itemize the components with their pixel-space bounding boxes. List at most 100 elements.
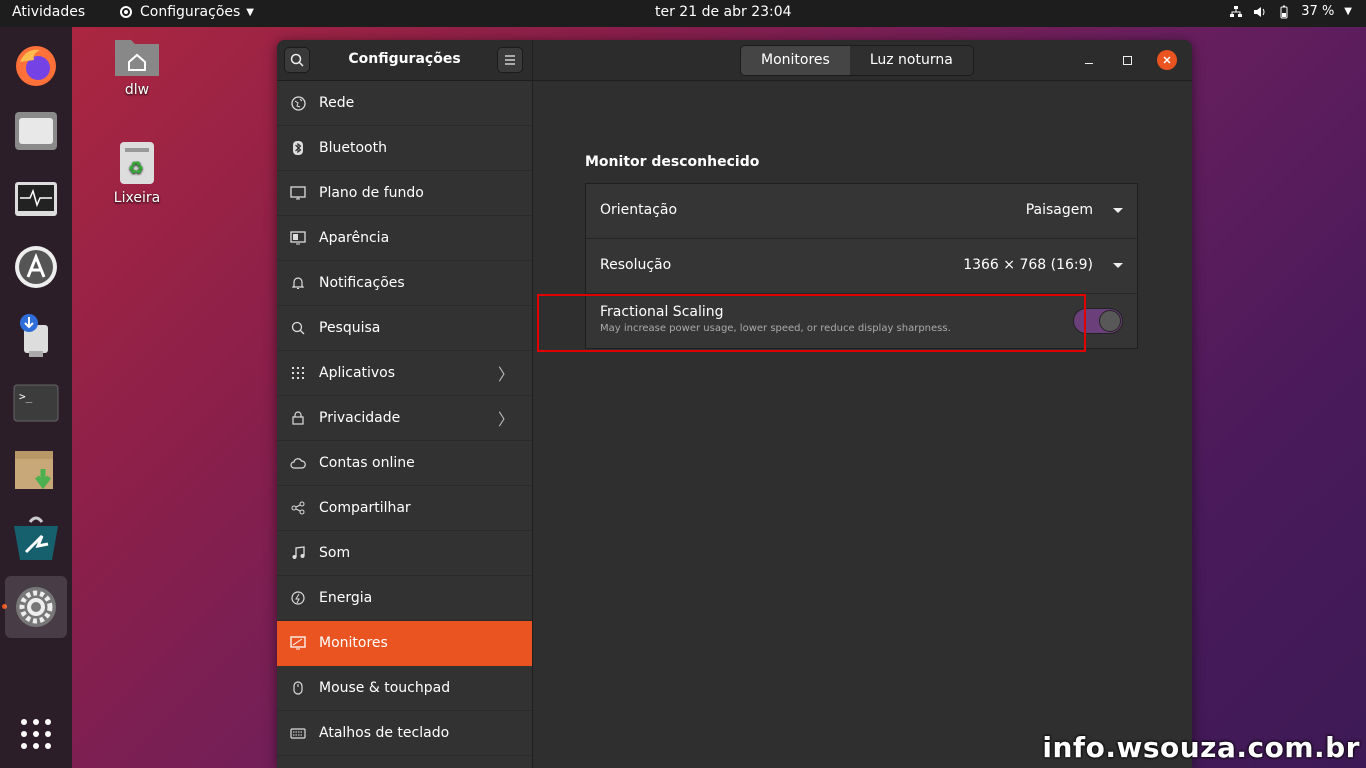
desktop-icon-label: Lixeira (113, 190, 161, 206)
network-icon (1230, 5, 1243, 17)
dock-firefox[interactable] (5, 35, 67, 97)
resolution-row[interactable]: Resolução 1366 × 768 (16:9) (586, 239, 1137, 294)
background-icon (290, 185, 306, 201)
settings-icon (16, 587, 56, 627)
display-icon (290, 635, 306, 651)
top-bar: Atividades Configurações ▼ ter 21 de abr… (0, 0, 1366, 27)
sidebar-item-mouse-touchpad[interactable]: Mouse & touchpad (277, 666, 532, 711)
chevron-right-icon: 〉 (497, 365, 514, 384)
sidebar-item-rede[interactable]: Rede (277, 81, 532, 126)
sidebar-header: Configurações (277, 40, 532, 81)
svg-text:♻: ♻ (128, 158, 144, 179)
home-folder-icon (115, 40, 159, 76)
desktop-icon-home[interactable]: dlw (101, 36, 173, 98)
appearance-icon (290, 230, 306, 246)
dock-archive[interactable] (5, 439, 67, 501)
apps-icon (290, 365, 306, 381)
dock-files[interactable] (5, 100, 67, 162)
content-header: Monitores Luz noturna (533, 40, 1192, 81)
minimize-icon (1085, 62, 1093, 64)
software-center-icon (15, 246, 57, 288)
sidebar-item-pesquisa[interactable]: Pesquisa (277, 306, 532, 351)
mouse-icon (290, 680, 306, 696)
desktop-icon-trash[interactable]: ♻ Lixeira (101, 140, 173, 206)
sidebar-item-label: Rede (319, 95, 355, 111)
sidebar-item-label: Compartilhar (319, 500, 411, 516)
dock-store[interactable] (5, 507, 67, 569)
toggle-knob (1099, 310, 1121, 332)
sidebar-item-energia[interactable]: Energia (277, 576, 532, 621)
terminal-icon: >_ (13, 384, 59, 422)
sidebar-item-compartilhar[interactable]: Compartilhar (277, 486, 532, 531)
keyboard-icon (290, 725, 306, 741)
desktop-icon-label: dlw (124, 82, 150, 98)
system-monitor-icon (15, 182, 57, 216)
content-pane: Monitores Luz noturna Monitor desconheci… (533, 40, 1192, 768)
orientation-row[interactable]: Orientação Paisagem (586, 184, 1137, 239)
chevron-down-icon (1113, 263, 1123, 268)
sidebar-item-notificacoes[interactable]: Notificações (277, 261, 532, 306)
close-button[interactable] (1157, 50, 1177, 70)
minimize-button[interactable] (1079, 50, 1099, 70)
sidebar-item-aplicativos[interactable]: Aplicativos 〉 (277, 351, 532, 396)
grid-icon (21, 719, 51, 749)
highlight-box (537, 294, 1086, 352)
sidebar-item-aparencia[interactable]: Aparência (277, 216, 532, 261)
sidebar-item-label: Contas online (319, 455, 415, 471)
clock[interactable]: ter 21 de abr 23:04 (655, 4, 792, 20)
sidebar-item-bluetooth[interactable]: Bluetooth (277, 126, 532, 171)
monitor-section-title: Monitor desconhecido (585, 154, 760, 170)
chevron-down-icon: ▼ (246, 6, 254, 18)
sidebar-item-monitores[interactable]: Monitores (277, 621, 532, 666)
store-icon (14, 516, 58, 560)
resolution-value: 1366 × 768 (16:9) (963, 257, 1093, 273)
dock-system-monitor[interactable] (5, 169, 67, 231)
sidebar-item-som[interactable]: Som (277, 531, 532, 576)
dock-settings[interactable] (5, 576, 67, 638)
orientation-value: Paisagem (1025, 202, 1093, 218)
sidebar-item-label: Aplicativos (319, 365, 396, 381)
maximize-button[interactable] (1117, 50, 1137, 70)
sidebar-item-label: Energia (319, 590, 373, 606)
tab-luz-noturna[interactable]: Luz noturna (849, 46, 973, 75)
maximize-icon (1122, 55, 1132, 65)
dock-terminal[interactable]: >_ (5, 372, 67, 434)
sidebar-item-label: Som (319, 545, 351, 561)
lock-icon (290, 410, 306, 426)
sidebar-item-privacidade[interactable]: Privacidade 〉 (277, 396, 532, 441)
sidebar-item-label: Notificações (319, 275, 405, 291)
sidebar-item-contas-online[interactable]: Contas online (277, 441, 532, 486)
system-menu[interactable]: 37 % ▼ (1229, 4, 1352, 19)
cloud-icon (290, 455, 306, 471)
trash-icon: ♻ (120, 142, 154, 184)
app-menu-label: Configurações (140, 4, 241, 20)
sidebar-item-label: Bluetooth (319, 140, 387, 156)
sidebar-item-label: Mouse & touchpad (319, 680, 451, 696)
dock-usb-creator[interactable] (5, 304, 67, 366)
sidebar-item-plano-de-fundo[interactable]: Plano de fundo (277, 171, 532, 216)
tab-monitores[interactable]: Monitores (741, 46, 850, 75)
usb-creator-icon (20, 314, 48, 357)
bluetooth-icon (290, 140, 306, 156)
app-menu[interactable]: Configurações ▼ (118, 4, 254, 20)
orientation-label: Orientação (600, 202, 678, 218)
volume-icon (1254, 6, 1265, 17)
network-icon (290, 95, 306, 111)
dock: >_ (0, 27, 72, 768)
watermark: info.wsouza.com.br (1042, 731, 1360, 764)
dock-show-apps[interactable] (5, 703, 67, 765)
sidebar-item-atalhos-de-teclado[interactable]: Atalhos de teclado (277, 711, 532, 756)
sidebar-list: Rede Bluetooth Plano de fundo Aparência (277, 81, 532, 756)
sidebar-item-label: Aparência (319, 230, 390, 246)
firefox-icon (16, 46, 56, 86)
battery-percent: 37 % (1301, 4, 1335, 19)
dock-software[interactable] (5, 236, 67, 298)
hamburger-icon (505, 55, 515, 65)
gear-icon (120, 6, 132, 18)
sidebar-item-label: Atalhos de teclado (319, 725, 450, 741)
search-icon (290, 320, 306, 336)
activities-button[interactable]: Atividades (12, 4, 85, 20)
sidebar: Configurações Rede Bluetooth Plano de fu… (277, 40, 533, 768)
menu-button[interactable] (497, 47, 523, 73)
svg-text:>_: >_ (19, 390, 33, 403)
